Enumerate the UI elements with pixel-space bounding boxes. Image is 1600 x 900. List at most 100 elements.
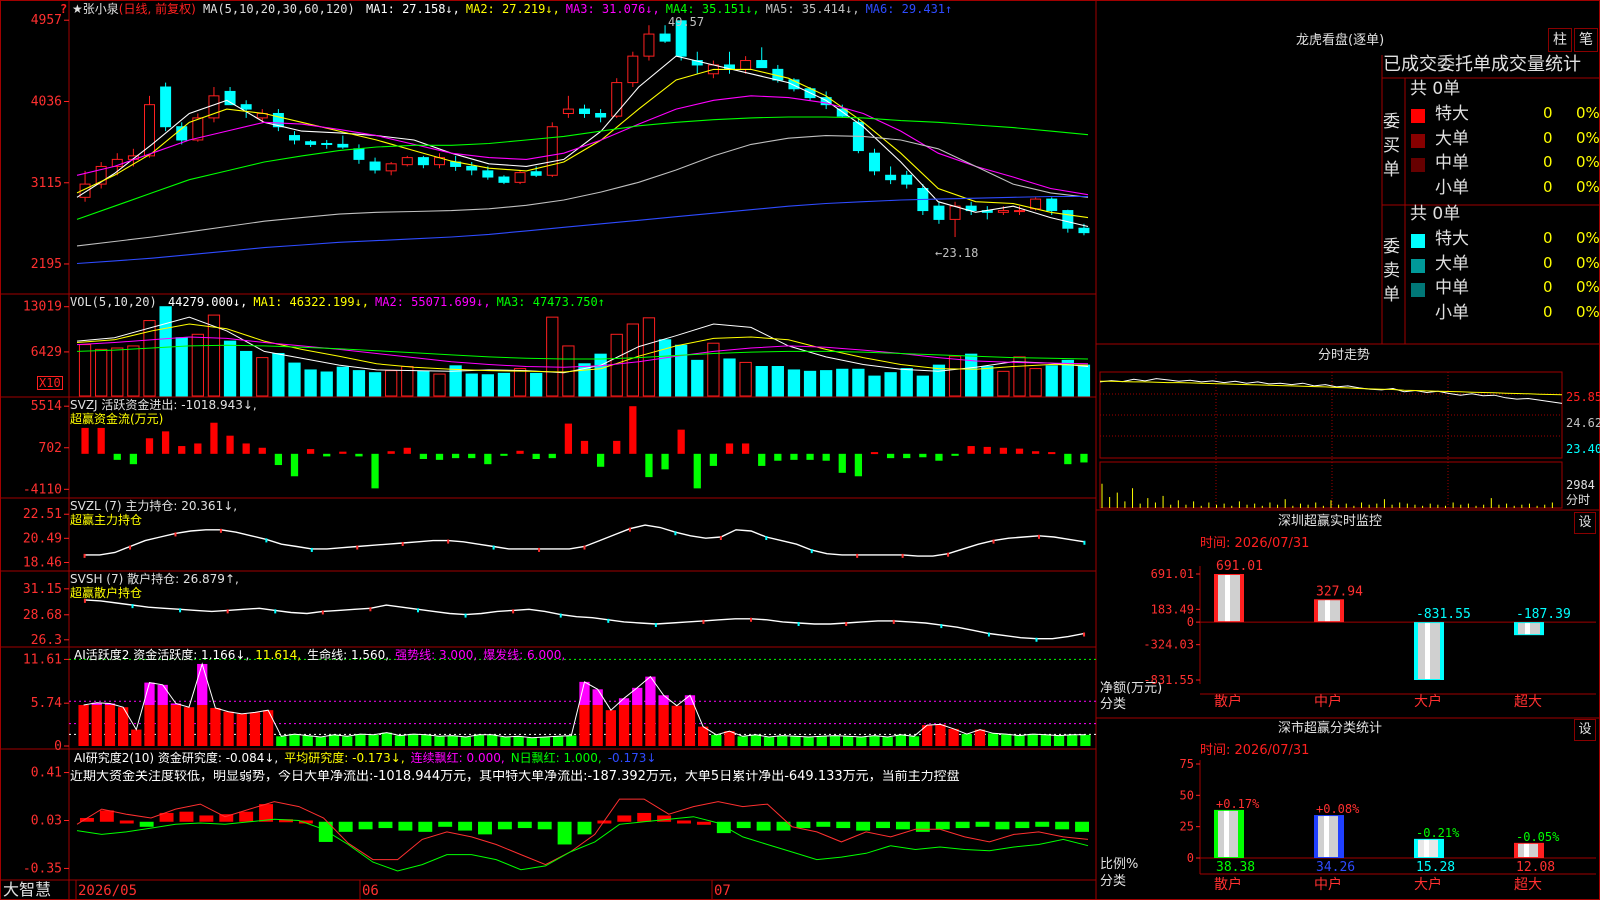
svzj-bar-13[interactable] — [290, 453, 299, 477]
volume-bar-15[interactable] — [320, 371, 333, 397]
candle-59[interactable] — [1030, 198, 1042, 210]
ai1-bar-56[interactable] — [816, 736, 827, 746]
ai2-bar-13[interactable] — [338, 821, 353, 832]
ai2-bar-37[interactable] — [816, 821, 831, 827]
volume-bar-57[interactable] — [997, 370, 1010, 397]
volume-panel[interactable]: 6429 13019 — [23, 300, 1091, 397]
candle-35[interactable] — [643, 33, 655, 57]
svzj-bar-2[interactable] — [113, 453, 121, 460]
vol-unit-badge[interactable]: X10 — [37, 376, 63, 390]
ai1-bar-18[interactable] — [315, 737, 327, 746]
bar-mode-button[interactable]: 柱 — [1548, 28, 1572, 52]
ai1-bar-1[interactable] — [91, 704, 102, 746]
ai1-bar-46[interactable] — [684, 704, 696, 746]
ai1-bar-32[interactable] — [500, 737, 511, 746]
candle-18[interactable] — [369, 161, 381, 171]
svzj-bar-28[interactable] — [532, 453, 540, 459]
volume-bar-27[interactable] — [513, 368, 527, 397]
svzj-bar-53[interactable] — [935, 453, 943, 461]
candle-51[interactable] — [901, 174, 913, 185]
ai1-bar-47[interactable] — [697, 726, 709, 746]
volume-bar-16[interactable] — [336, 366, 349, 397]
ai2-bar-23[interactable] — [537, 821, 552, 830]
ai1-bar-15[interactable] — [276, 736, 287, 746]
volume-bar-48[interactable] — [852, 368, 865, 397]
ai1-bar-9[interactable] — [197, 704, 208, 746]
ai2-bar-19[interactable] — [458, 821, 473, 831]
volume-bar-24[interactable] — [465, 373, 478, 397]
svzj-bar-0[interactable] — [81, 427, 89, 454]
ai2-bar-15[interactable] — [378, 821, 393, 829]
candle-17[interactable] — [353, 148, 365, 160]
ai2-bar-28[interactable] — [637, 812, 652, 822]
ai1-bar-34[interactable] — [526, 737, 537, 746]
classify-settings-button[interactable]: 设 — [1574, 719, 1596, 741]
ai2-bar-31[interactable] — [696, 821, 711, 825]
ai1-bar-71[interactable] — [1014, 735, 1025, 746]
svzj-bar-23[interactable] — [451, 453, 460, 459]
stock-name[interactable]: ★张小泉 — [72, 2, 119, 16]
volume-bar-21[interactable] — [417, 370, 430, 397]
ai1-bar-55[interactable] — [803, 737, 814, 746]
volume-bar-23[interactable] — [449, 365, 462, 397]
volume-bar-56[interactable] — [981, 366, 994, 397]
svzj-bar-25[interactable] — [484, 453, 492, 465]
ai1-bar-40[interactable] — [605, 710, 617, 746]
ai2-bar-42[interactable] — [915, 821, 930, 832]
ai1-bar-41[interactable] — [618, 704, 630, 746]
ai1-bar-20[interactable] — [342, 736, 353, 746]
ai1-bar-39[interactable] — [592, 704, 603, 746]
svzj-bar-35[interactable] — [645, 453, 653, 478]
ai1-bar-30[interactable] — [473, 734, 485, 746]
volume-bar-1[interactable] — [95, 348, 108, 397]
ai1-bar-10[interactable] — [210, 707, 221, 746]
svzj-bar-26[interactable] — [500, 453, 508, 456]
svzj-bar-22[interactable] — [435, 453, 444, 460]
volume-bar-52[interactable] — [916, 375, 929, 397]
svzj-bar-21[interactable] — [419, 453, 428, 459]
monitor-panel[interactable]: 691.01183.490-324.03-831.55691.01散户327.9… — [1143, 559, 1596, 710]
candle-34[interactable] — [627, 55, 639, 84]
volume-bar-53[interactable] — [932, 364, 946, 397]
svzj-bar-15[interactable] — [323, 453, 331, 457]
candle-14[interactable] — [305, 141, 317, 145]
svzj-bar-34[interactable] — [629, 406, 637, 454]
candle-53[interactable] — [933, 205, 945, 220]
candle-21[interactable] — [417, 157, 429, 166]
volume-bar-11[interactable] — [256, 357, 269, 397]
ai1-bar-53[interactable] — [777, 735, 788, 746]
ai2-bar-45[interactable] — [975, 821, 990, 827]
volume-bar-44[interactable] — [787, 369, 801, 397]
ai2-bar-38[interactable] — [836, 821, 851, 829]
ai1-bar-70[interactable] — [1001, 734, 1012, 746]
kline-panel[interactable]: 2195 3115 4036 4957 — [31, 13, 1090, 272]
svzj-bar-57[interactable] — [999, 447, 1008, 454]
volume-bar-18[interactable] — [368, 372, 382, 397]
svzj-bar-37[interactable] — [677, 429, 685, 454]
candle-10[interactable] — [240, 104, 252, 110]
candle-15[interactable] — [321, 142, 333, 145]
ai1-bar-33[interactable] — [513, 736, 524, 746]
svzj-bar-32[interactable] — [596, 453, 605, 467]
svzj-bar-58[interactable] — [1015, 448, 1024, 454]
ai1-bar-27[interactable] — [434, 736, 445, 746]
ai1-bar-8[interactable] — [183, 707, 195, 746]
volume-bar-60[interactable] — [1045, 365, 1058, 397]
candle-36[interactable] — [659, 33, 671, 42]
volume-bar-12[interactable] — [272, 352, 285, 397]
svzj-bar-62[interactable] — [1080, 453, 1088, 463]
period-mode[interactable]: (日线, 前复权) — [119, 2, 196, 16]
ai2-bar-21[interactable] — [497, 821, 512, 830]
volume-bar-46[interactable] — [820, 370, 833, 397]
ai1-bar-5[interactable] — [144, 704, 155, 746]
svzj-bar-54[interactable] — [951, 453, 959, 456]
candle-60[interactable] — [1046, 198, 1058, 212]
candle-24[interactable] — [466, 165, 478, 171]
ai1-bar-44[interactable] — [658, 704, 669, 746]
svzj-bar-8[interactable] — [210, 422, 218, 454]
ai1-bar-29[interactable] — [460, 737, 472, 746]
ai2-bar-22[interactable] — [517, 821, 532, 829]
ai2-bar-40[interactable] — [876, 821, 890, 829]
ai1-bar-68[interactable] — [974, 729, 986, 746]
volume-bar-19[interactable] — [385, 370, 398, 397]
